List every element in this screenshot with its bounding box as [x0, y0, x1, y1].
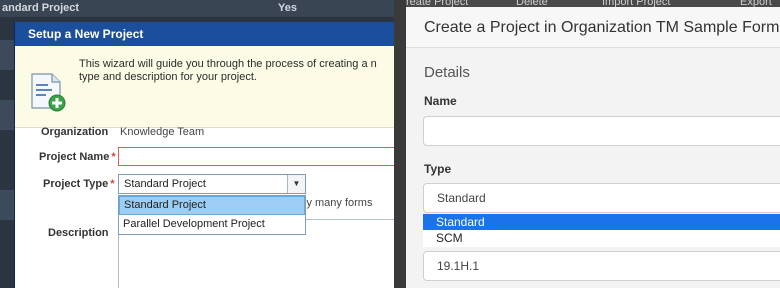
- dialog-title: Setup a New Project: [15, 22, 394, 46]
- type-dropdown-list: Standard SCM: [423, 214, 780, 247]
- type-label: Type: [424, 162, 452, 176]
- dropdown-option-scm[interactable]: SCM: [423, 230, 780, 246]
- modern-app-screen: Create Project Delete Import Project Exp…: [406, 0, 780, 288]
- required-star-icon: *: [110, 178, 115, 190]
- project-type-dropdown-list: Standard Project Parallel Development Pr…: [118, 195, 306, 235]
- create-project-dialog-title: Create a Project in Organization TM Samp…: [406, 7, 780, 48]
- name-input[interactable]: [423, 116, 780, 146]
- background-cell-type: andard Project: [2, 2, 80, 14]
- intro-line-2: type and description for your project.: [79, 71, 257, 83]
- project-name-input[interactable]: [118, 147, 394, 166]
- panel-divider: [394, 0, 406, 288]
- project-type-select[interactable]: Standard Project ▼: [118, 174, 306, 194]
- project-name-label: Project Name *: [39, 151, 116, 163]
- new-project-wizard-icon: [31, 73, 66, 112]
- background-stripe: [0, 40, 14, 70]
- project-type-selected-value: Standard Project: [124, 178, 206, 190]
- organization-value: Knowledge Team: [120, 126, 205, 138]
- organization-label: Organization: [41, 126, 109, 138]
- version-field[interactable]: 19.1H.1: [423, 251, 780, 281]
- wizard-intro-panel: This wizard will guide you through the p…: [15, 46, 394, 128]
- type-select[interactable]: Standard: [423, 183, 780, 213]
- project-name-label-text: Project Name: [39, 151, 110, 163]
- background-stripe: [0, 100, 14, 130]
- description-label: Description: [48, 227, 109, 239]
- intro-line-1: This wizard will guide you through the p…: [79, 58, 377, 70]
- required-star-icon: *: [111, 151, 116, 163]
- background-table-row: andard Project Yes: [0, 0, 394, 17]
- wizard-intro-text: This wizard will guide you through the p…: [79, 58, 394, 84]
- name-label: Name: [424, 94, 457, 108]
- background-cell-flag: Yes: [278, 2, 297, 14]
- toolbar-strip: Create Project Delete Import Project Exp…: [406, 0, 780, 8]
- setup-project-dialog: Setup a New Project This wizard will gui…: [14, 22, 394, 288]
- dropdown-option-standard-project[interactable]: Standard Project: [119, 196, 305, 215]
- dropdown-option-standard[interactable]: Standard: [423, 214, 780, 230]
- dropdown-option-parallel-development-project[interactable]: Parallel Development Project: [119, 215, 305, 234]
- details-heading: Details: [424, 64, 470, 81]
- project-type-label-text: Project Type: [43, 178, 109, 190]
- project-type-label: Project Type *: [43, 178, 115, 190]
- legacy-app-screen: andard Project Yes Setup a New Project T…: [0, 0, 394, 288]
- background-stripe: [0, 190, 14, 220]
- chevron-down-icon[interactable]: ▼: [287, 175, 305, 193]
